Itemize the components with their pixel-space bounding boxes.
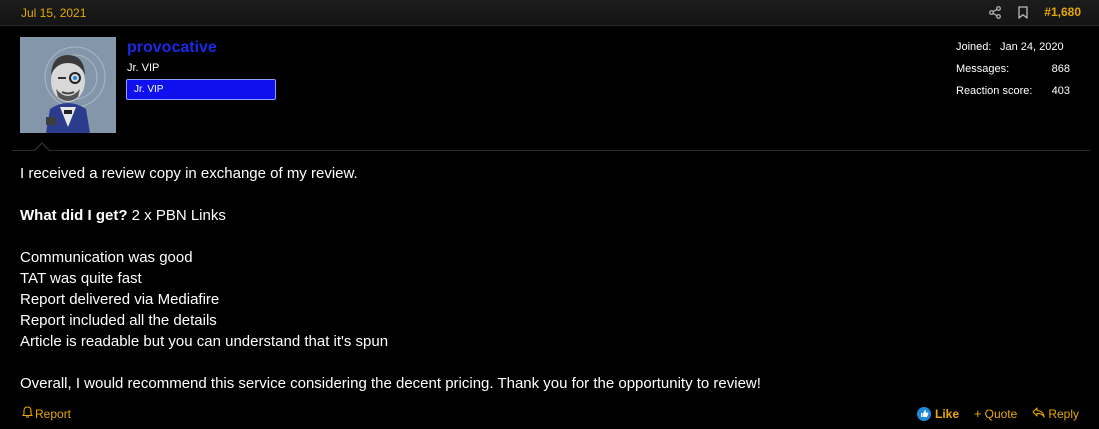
plus-icon: + bbox=[974, 406, 982, 421]
messages-value[interactable]: 868 bbox=[1052, 63, 1070, 75]
message-line: Report included all the details bbox=[20, 312, 217, 329]
message-gap bbox=[20, 184, 761, 205]
reply-arrow-icon bbox=[1032, 406, 1045, 421]
message-gap bbox=[20, 352, 761, 373]
reaction-score-label: Reaction score: bbox=[956, 85, 1033, 97]
post-actions: Like + Quote Reply bbox=[917, 406, 1079, 421]
reaction-score-row: Reaction score: 403 bbox=[956, 85, 1076, 107]
bell-icon bbox=[21, 406, 34, 421]
like-label: Like bbox=[935, 406, 960, 421]
joined-value: Jan 24, 2020 bbox=[1000, 41, 1064, 53]
message-body: I received a review copy in exchange of … bbox=[20, 163, 761, 394]
post-header: Jul 15, 2021 #1,680 bbox=[0, 0, 1099, 26]
message-line: Article is readable but you can understa… bbox=[20, 333, 389, 350]
post-divider bbox=[12, 150, 1090, 151]
thumbs-up-icon bbox=[917, 406, 931, 421]
joined-row: Joined: Jan 24, 2020 bbox=[956, 41, 1076, 63]
avatar-pointer-arrow-inner bbox=[35, 144, 49, 151]
share-icon[interactable] bbox=[988, 4, 1002, 20]
user-title: Jr. VIP bbox=[127, 62, 160, 74]
message-line: I received a review copy in exchange of … bbox=[20, 165, 358, 182]
messages-label: Messages: bbox=[956, 63, 1010, 75]
username-link[interactable]: provocative bbox=[127, 39, 217, 57]
messages-row: Messages: 868 bbox=[956, 63, 1076, 85]
post-header-actions: #1,680 bbox=[988, 4, 1081, 20]
like-button[interactable]: Like bbox=[917, 406, 960, 421]
quote-button[interactable]: + Quote bbox=[974, 406, 1017, 421]
post-number-link[interactable]: #1,680 bbox=[1044, 5, 1081, 19]
user-extras: Joined: Jan 24, 2020 Messages: 868 React… bbox=[956, 41, 1076, 107]
quote-label: Quote bbox=[984, 406, 1018, 421]
message-question-rest: 2 x PBN Links bbox=[127, 207, 226, 224]
message-line: Report delivered via Mediafire bbox=[20, 291, 220, 308]
reaction-score-value: 403 bbox=[1051, 85, 1070, 97]
message-line: Overall, I would recommend this service … bbox=[20, 375, 761, 392]
message-gap bbox=[20, 226, 761, 247]
message-question-bold: What did I get? bbox=[20, 207, 128, 224]
message-line: Communication was good bbox=[20, 249, 193, 266]
post-date[interactable]: Jul 15, 2021 bbox=[21, 6, 86, 20]
reply-label: Reply bbox=[1048, 406, 1079, 421]
user-banner: Jr. VIP bbox=[126, 79, 276, 100]
reply-button[interactable]: Reply bbox=[1032, 407, 1079, 421]
report-button[interactable]: Report bbox=[21, 406, 72, 421]
joined-label: Joined: bbox=[956, 41, 992, 53]
message-question-line: What did I get? 2 x PBN Links bbox=[20, 205, 761, 226]
report-label: Report bbox=[35, 406, 72, 421]
avatar[interactable] bbox=[20, 37, 116, 133]
bookmark-icon[interactable] bbox=[1016, 4, 1030, 20]
message-line: TAT was quite fast bbox=[20, 270, 142, 287]
